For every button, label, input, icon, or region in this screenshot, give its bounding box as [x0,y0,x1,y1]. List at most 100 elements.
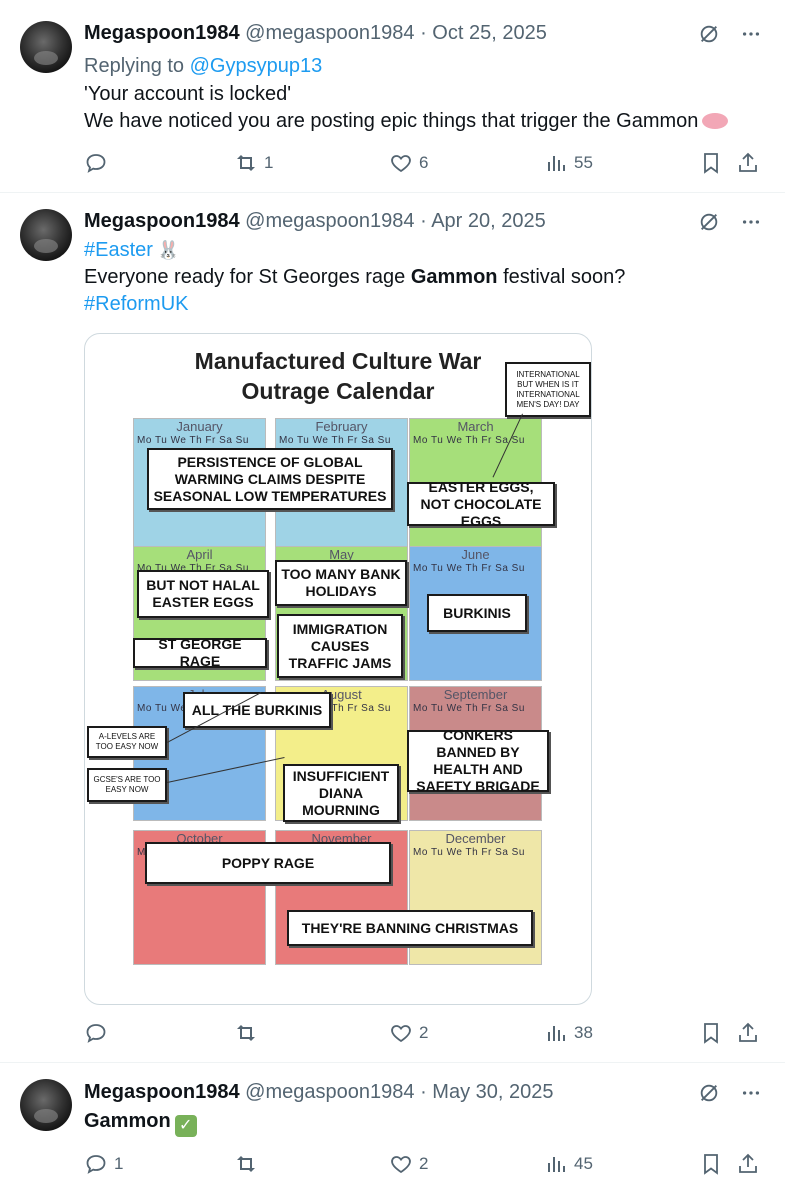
tweet-image-card[interactable]: Manufactured Culture War Outrage Calenda… [84,333,592,1005]
tweet-text: Everyone ready for St Georges rage Gammo… [84,264,625,291]
separator-dot: · [420,22,427,44]
grok-icon[interactable] [697,210,721,234]
more-icon[interactable] [739,22,763,46]
bookmark-icon [704,1023,718,1044]
calendar-month-name: April [186,547,213,562]
heart-icon [391,1025,411,1043]
label-conkers: CONKERS BANNED BY HEALTH AND SAFETY BRIG… [407,727,549,794]
separator-dot: · [420,1081,427,1103]
views-button[interactable]: 38 [544,1021,593,1045]
retweet-button[interactable] [234,1021,264,1045]
tweet-date[interactable]: May 30, 2025 [432,1081,553,1103]
share-icon [739,152,757,172]
avatar[interactable] [20,1079,72,1131]
like-count: 2 [419,1023,429,1042]
retweet-button[interactable]: 1 [234,151,273,175]
tweet-text-line-1: 'Your account is locked' [84,83,292,105]
author-name[interactable]: Megaspoon1984 [84,1081,240,1103]
like-button[interactable]: 6 [389,151,428,175]
tweet-text-post: festival soon? [503,266,626,288]
retweet-count: 1 [264,153,274,172]
grok-icon[interactable] [697,1081,721,1105]
label-diana: INSUFFICIENT DIANA MOURNING [283,764,399,822]
tweet-text-pre: Everyone ready for St Georges rage [84,266,406,288]
views-button[interactable]: 45 [544,1152,593,1176]
views-count: 55 [574,153,593,172]
hashtag-easter[interactable]: #Easter [84,239,153,261]
author-name[interactable]: Megaspoon1984 [84,210,240,232]
reply-context: Replying to @Gypsypup13 [84,53,322,80]
calendar-month-name: March [457,419,494,434]
tweet-text-bold: Gammon [410,266,498,288]
heart-icon [391,1156,411,1174]
views-count: 38 [574,1023,593,1042]
calendar-weekday-header: Mo Tu We Th Fr Sa Su [413,563,525,574]
hashtag-line: #Easter 🐰 [84,237,179,264]
calendar-month-name: December [445,831,506,846]
tweet-header: Megaspoon1984 @megaspoon1984 · Apr 20, 2… [84,210,546,233]
like-count: 2 [419,1154,429,1173]
share-button[interactable] [736,1021,760,1045]
tweet-date[interactable]: Apr 20, 2025 [431,210,546,232]
calendar-weekday-header: Mo Tu We Th Fr Sa Su [413,703,525,714]
avatar[interactable] [20,209,72,261]
share-icon [739,1022,757,1042]
reply-button[interactable] [84,1021,114,1045]
hashtag-reformuk-line: #ReformUK [84,291,188,318]
reply-icon [86,1155,106,1174]
calendar-weekday-header: Mo Tu We Th Fr Sa Su [413,847,525,858]
tweet-header: Megaspoon1984 @megaspoon1984 · May 30, 2… [84,1081,554,1104]
retweet-icon [237,1156,255,1172]
views-icon [548,156,565,171]
author-name[interactable]: Megaspoon1984 [84,22,240,44]
replying-to-link[interactable]: @Gypsypup13 [190,55,323,77]
tweet-date[interactable]: Oct 25, 2025 [432,22,547,44]
bookmark-icon [704,153,718,174]
reply-icon [86,1024,106,1043]
label-burkinis: BURKINIS [427,594,527,632]
views-icon [548,1157,565,1172]
like-button[interactable]: 2 [389,1152,428,1176]
label-a-levels: A-LEVELS ARE TOO EASY NOW [87,726,167,758]
reply-button[interactable]: 1 [84,1152,123,1176]
hashtag-reformuk[interactable]: #ReformUK [84,293,188,315]
share-button[interactable] [736,151,760,175]
share-button[interactable] [736,1152,760,1176]
label-st-george: ST GEORGE RAGE [133,636,267,669]
bookmark-icon [704,1154,718,1175]
grok-icon[interactable] [697,22,721,46]
retweet-icon [237,1025,255,1041]
bookmark-button[interactable] [699,1021,723,1045]
views-button[interactable]: 55 [544,151,593,175]
avatar[interactable] [20,21,72,73]
tweet-3[interactable]: Megaspoon1984 @megaspoon1984 · May 30, 2… [0,1063,785,1200]
label-christmas: THEY'RE BANNING CHRISTMAS [287,910,533,946]
tweet-1[interactable]: Megaspoon1984 @megaspoon1984 · Oct 25, 2… [0,0,785,192]
retweet-button[interactable] [234,1152,264,1176]
like-button[interactable]: 2 [389,1021,428,1045]
label-halal: BUT NOT HALAL EASTER EGGS [137,570,269,618]
bookmark-button[interactable] [699,151,723,175]
label-easter-eggs: EASTER EGGS, NOT CHOCOLATE EGGS [407,479,555,529]
like-count: 6 [419,153,429,172]
more-icon[interactable] [739,1081,763,1105]
label-immigration: IMMIGRATION CAUSES TRAFFIC JAMS [277,614,403,678]
replying-to-label: Replying to [84,55,185,77]
calendar-month-name: January [176,419,223,434]
bookmark-button[interactable] [699,1152,723,1176]
separator-dot: · [420,210,427,232]
author-handle[interactable]: @megaspoon1984 [245,210,414,232]
author-handle[interactable]: @megaspoon1984 [245,22,414,44]
tweet-text: Gammon ✓ [84,1108,197,1137]
reply-button[interactable] [84,151,114,175]
views-count: 45 [574,1154,593,1173]
pig-emoji-icon [702,113,729,129]
retweet-icon [237,155,255,171]
tweet-text-line-2-text: We have noticed you are posting epic thi… [84,110,699,132]
heart-icon [391,155,411,173]
rabbit-emoji-icon: 🐰 [156,240,180,260]
tweet-text-bold: Gammon [84,1110,171,1132]
author-handle[interactable]: @megaspoon1984 [245,1081,414,1103]
more-icon[interactable] [739,210,763,234]
reply-icon [86,154,106,173]
